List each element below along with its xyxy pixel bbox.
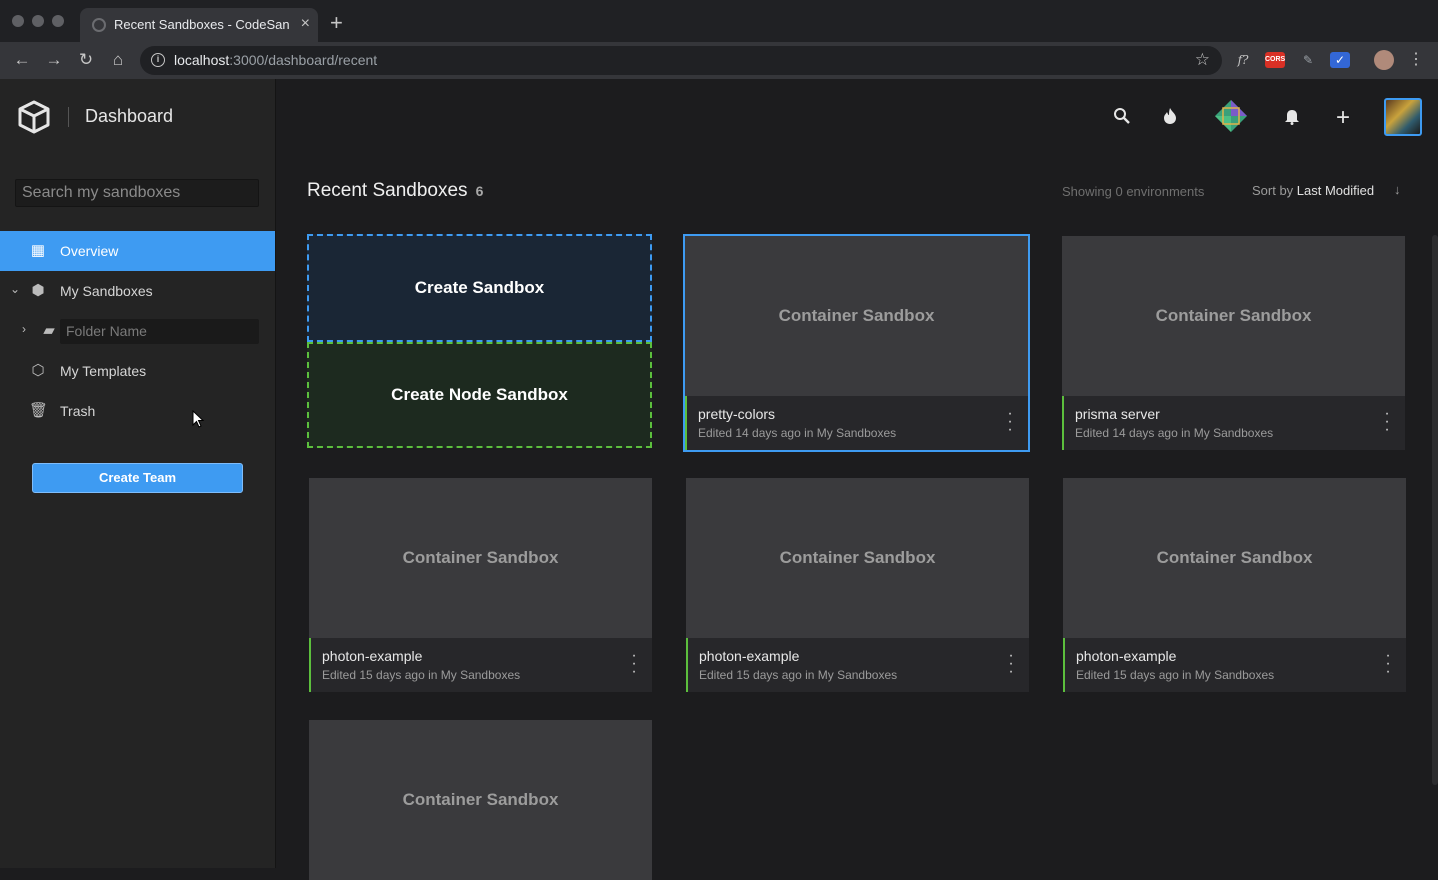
- showing-environments-text: Showing 0 environments: [1062, 184, 1205, 199]
- sidebar-item-my-templates[interactable]: ⬡ My Templates: [0, 351, 275, 391]
- kebab-icon[interactable]: · · ·: [1383, 406, 1391, 438]
- create-team-button[interactable]: Create Team: [32, 463, 243, 493]
- sandbox-thumbnail[interactable]: Container Sandbox: [309, 720, 652, 880]
- sandbox-card[interactable]: Container Sandbox photon-example Edited …: [309, 478, 652, 692]
- kebab-icon[interactable]: · · ·: [1006, 406, 1014, 438]
- create-node-sandbox-button[interactable]: Create Node Sandbox: [307, 342, 652, 448]
- home-icon[interactable]: ⌂: [108, 50, 128, 70]
- main-content: + Recent Sandboxes 6 Showing 0 environmen…: [276, 79, 1438, 880]
- extension-fx-icon[interactable]: f?: [1234, 52, 1252, 68]
- new-tab-icon[interactable]: +: [330, 12, 343, 34]
- sandbox-thumbnail[interactable]: Container Sandbox: [686, 478, 1029, 638]
- logo-divider: [68, 107, 69, 127]
- bookmark-star-icon[interactable]: ☆: [1195, 50, 1210, 70]
- plus-icon[interactable]: +: [1332, 106, 1354, 130]
- flame-icon[interactable]: [1159, 107, 1181, 129]
- sort-dropdown[interactable]: Sort by Last Modified: [1252, 183, 1374, 198]
- extension-cors-icon[interactable]: CORS: [1265, 52, 1285, 68]
- close-window-button[interactable]: [12, 15, 24, 27]
- sandbox-thumbnail[interactable]: Container Sandbox: [685, 236, 1028, 396]
- sandbox-card[interactable]: Container Sandbox photon-example Edited …: [1063, 478, 1406, 692]
- sandbox-thumbnail[interactable]: Container Sandbox: [1063, 478, 1406, 638]
- chevron-down-icon[interactable]: ⌄: [10, 282, 20, 296]
- sandbox-thumbnail[interactable]: Container Sandbox: [309, 478, 652, 638]
- sandbox-meta: pretty-colors Edited 14 days ago in My S…: [685, 396, 1028, 450]
- mouse-cursor-icon: [192, 410, 205, 428]
- tab-favicon-icon: [92, 18, 106, 32]
- kebab-icon[interactable]: · · ·: [1007, 648, 1015, 680]
- sidebar-item-label: Trash: [60, 403, 96, 419]
- folder-name-input[interactable]: Folder Name: [60, 319, 259, 344]
- codesandbox-logo-icon[interactable]: [16, 99, 52, 135]
- avatar[interactable]: [1384, 98, 1422, 136]
- sandbox-edited: Edited 15 days ago in My Sandboxes: [1076, 668, 1275, 682]
- browser-tab[interactable]: Recent Sandboxes - CodeSandbox ×: [80, 8, 318, 42]
- search-input[interactable]: Search my sandboxes: [15, 179, 259, 207]
- sidebar-item-new-folder: › ▰ Folder Name: [0, 311, 275, 351]
- page-title: Recent Sandboxes 6: [307, 180, 484, 201]
- sandbox-name: photon-example: [699, 648, 800, 664]
- site-info-icon[interactable]: i: [151, 53, 165, 67]
- extension-blue-icon[interactable]: ✓: [1330, 52, 1350, 68]
- browser-toolbar: ← → ↻ ⌂ i localhost:3000/dashboard/recen…: [0, 42, 1438, 79]
- sidebar: Dashboard Search my sandboxes ▦ Overview…: [0, 79, 276, 868]
- sandbox-name: prisma server: [1075, 406, 1160, 422]
- sandbox-meta: photon-example Edited 15 days ago in My …: [686, 638, 1029, 692]
- sidebar-item-label: Overview: [60, 243, 119, 259]
- forward-icon[interactable]: →: [44, 50, 64, 70]
- sandbox-name: pretty-colors: [698, 406, 776, 422]
- address-bar[interactable]: i localhost:3000/dashboard/recent ☆: [140, 46, 1222, 75]
- bell-icon[interactable]: [1281, 107, 1303, 129]
- template-cube-icon: ⬡: [31, 362, 45, 379]
- sandbox-edited: Edited 14 days ago in My Sandboxes: [1075, 426, 1274, 440]
- sandbox-edited: Edited 15 days ago in My Sandboxes: [322, 668, 521, 682]
- browser-menu-icon[interactable]: ⋮: [1408, 52, 1424, 68]
- sandbox-count: 6: [475, 183, 484, 199]
- minimize-window-button[interactable]: [32, 15, 44, 27]
- sandbox-card[interactable]: Container Sandbox pretty-colors Edited 1…: [683, 234, 1030, 452]
- sandbox-card[interactable]: Container Sandbox photon-example Edited …: [686, 478, 1029, 692]
- kebab-icon[interactable]: · · ·: [1384, 648, 1392, 680]
- dashboard-grid-icon: ▦: [30, 242, 46, 259]
- maximize-window-button[interactable]: [52, 15, 64, 27]
- sandbox-meta: prisma server Edited 14 days ago in My S…: [1062, 396, 1405, 450]
- sandbox-card[interactable]: Container Sandbox: [309, 720, 652, 880]
- sandbox-meta: photon-example Edited 15 days ago in My …: [309, 638, 652, 692]
- sandbox-edited: Edited 15 days ago in My Sandboxes: [699, 668, 898, 682]
- sidebar-item-label: My Sandboxes: [60, 283, 153, 299]
- trash-icon: 🗑: [29, 402, 49, 419]
- create-sandbox-button[interactable]: Create Sandbox: [307, 234, 652, 342]
- extension-pen-icon[interactable]: ✎: [1298, 52, 1318, 68]
- search-icon[interactable]: [1111, 107, 1133, 129]
- kebab-icon[interactable]: · · ·: [630, 648, 638, 680]
- sandbox-name: photon-example: [322, 648, 423, 664]
- sidebar-item-my-sandboxes[interactable]: ⌄ ⬢ My Sandboxes: [0, 271, 275, 311]
- sort-arrow-down-icon[interactable]: ↓: [1394, 182, 1401, 197]
- sandbox-card[interactable]: Container Sandbox prisma server Edited 1…: [1062, 236, 1405, 450]
- dashboard-title: Dashboard: [85, 106, 174, 126]
- reload-icon[interactable]: ↻: [76, 50, 96, 70]
- browser-titlebar: Recent Sandboxes - CodeSandbox × +: [0, 0, 1438, 42]
- tab-close-icon[interactable]: ×: [301, 15, 310, 33]
- sandbox-meta: photon-example Edited 15 days ago in My …: [1063, 638, 1406, 692]
- sidebar-item-label: My Templates: [60, 363, 147, 379]
- sidebar-item-overview[interactable]: ▦ Overview: [0, 231, 275, 271]
- cube-icon: ⬢: [31, 282, 45, 299]
- profile-avatar[interactable]: [1374, 50, 1394, 70]
- scrollbar[interactable]: [1432, 235, 1438, 785]
- sandbox-name: photon-example: [1076, 648, 1177, 664]
- sidebar-item-trash[interactable]: 🗑 Trash: [0, 391, 275, 431]
- tab-title: Recent Sandboxes - CodeSandbox: [114, 17, 290, 32]
- sandbox-edited: Edited 14 days ago in My Sandboxes: [698, 426, 897, 440]
- chevron-right-icon[interactable]: ›: [22, 322, 26, 336]
- url-text[interactable]: localhost:3000/dashboard/recent: [174, 52, 377, 68]
- sandbox-thumbnail[interactable]: Container Sandbox: [1062, 236, 1405, 396]
- folder-plus-icon: ▰: [43, 322, 55, 339]
- diamond-logo-icon[interactable]: [1214, 99, 1248, 133]
- back-icon[interactable]: ←: [12, 50, 32, 70]
